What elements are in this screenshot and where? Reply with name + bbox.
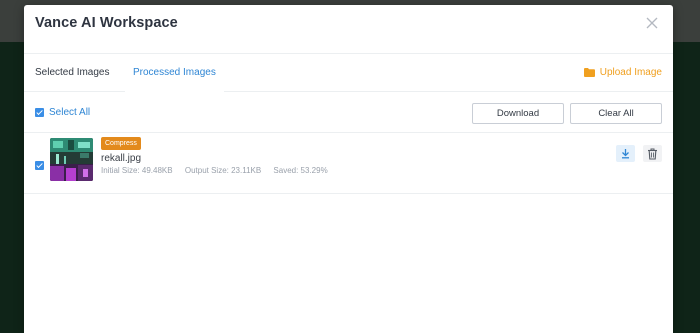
select-all-checkbox[interactable]: Select All [35, 107, 90, 118]
modal-header: Vance AI Workspace [24, 5, 673, 54]
file-thumbnail [50, 138, 93, 181]
clear-all-button[interactable]: Clear All [570, 103, 662, 124]
initial-size: Initial Size: 49.48KB [101, 166, 173, 175]
file-delete-button[interactable] [643, 145, 662, 162]
file-name: rekall.jpg [101, 153, 142, 164]
download-button[interactable]: Download [472, 103, 564, 124]
upload-image-label: Upload Image [599, 67, 662, 78]
folder-icon [583, 68, 595, 77]
toolbar: Select All Download Clear All [24, 92, 673, 133]
output-size: Output Size: 23.11KB [184, 166, 262, 175]
checkbox-checked-icon [35, 161, 44, 170]
upload-image-button[interactable]: Upload Image [583, 54, 662, 91]
file-row: Compress rekall.jpg Initial Size: 49.48K… [24, 133, 673, 194]
file-stats: Initial Size: 49.48KB Output Size: 23.11… [101, 166, 338, 175]
select-all-label: Select All [49, 107, 91, 118]
workspace-modal: Vance AI Workspace Selected Images Proce… [24, 5, 673, 333]
modal-title: Vance AI Workspace [35, 15, 178, 31]
trash-icon [648, 148, 657, 160]
compress-badge: Compress [101, 137, 141, 150]
saved-percent: Saved: 53.29% [273, 166, 328, 175]
tab-selected-images[interactable]: Selected Images [35, 54, 110, 91]
file-download-button[interactable] [616, 145, 635, 162]
checkbox-checked-icon [35, 108, 44, 117]
file-checkbox[interactable] [35, 157, 44, 175]
download-icon [622, 149, 629, 159]
close-icon [646, 17, 658, 29]
tabs-bar: Selected Images Processed Images Upload … [24, 54, 673, 92]
tab-processed-images[interactable]: Processed Images [125, 54, 224, 92]
close-button[interactable] [644, 15, 660, 31]
